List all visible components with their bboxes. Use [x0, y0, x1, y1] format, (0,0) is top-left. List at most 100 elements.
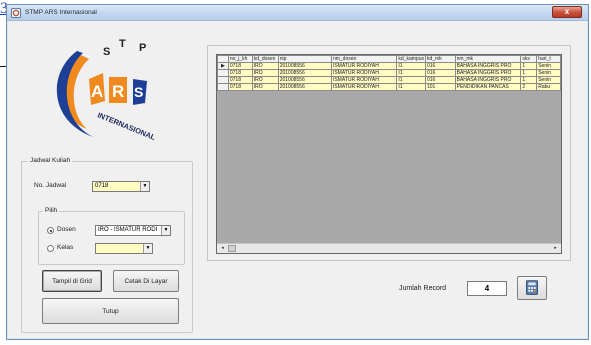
no-jadwal-value: 0718: [95, 183, 109, 189]
table-cell[interactable]: I1: [396, 76, 426, 84]
jumlah-record-label: Jumlah Record: [399, 285, 447, 292]
column-header[interactable]: kd_kampus: [396, 55, 426, 63]
record-count-field: 4: [467, 281, 507, 296]
table-cell[interactable]: 201008556: [277, 62, 332, 70]
no-jadwal-select[interactable]: 0718 ▼: [92, 181, 150, 192]
kelas-select[interactable]: ▼: [95, 243, 153, 254]
data-grid[interactable]: no_j_kh kd_dosen nip nm_dosen kd_kampus kd_mk…: [216, 54, 562, 254]
chevron-down-icon[interactable]: ▼: [140, 182, 149, 191]
row-selector[interactable]: ▶: [217, 62, 229, 70]
table-cell[interactable]: PENDIDIKAN PANCAS: [454, 83, 522, 91]
logo-letter-r: R: [112, 82, 124, 101]
tampil-grid-button[interactable]: Tampil di Grid: [42, 270, 102, 292]
table-cell[interactable]: Senin: [536, 69, 561, 77]
grid-frame: no_j_kh kd_dosen nip nm_dosen kd_kampus kd_mk…: [207, 45, 571, 261]
table-cell[interactable]: 101: [425, 83, 456, 91]
column-header[interactable]: no_j_kh: [227, 55, 253, 63]
horizontal-scrollbar[interactable]: ◂ ▸: [217, 243, 561, 253]
logo-letter-t: T: [119, 38, 126, 50]
scroll-right-icon[interactable]: ▸: [551, 245, 560, 252]
logo-letter-p: P: [139, 42, 146, 54]
table-cell[interactable]: 0718: [227, 69, 253, 77]
chevron-down-icon[interactable]: ▼: [143, 244, 152, 253]
table-cell[interactable]: 016: [425, 69, 456, 77]
cetak-layar-button[interactable]: Cetak Di Layar: [113, 270, 179, 292]
table-cell[interactable]: I1: [396, 69, 426, 77]
table-cell[interactable]: 0718: [227, 83, 253, 91]
row-selector[interactable]: [217, 83, 229, 91]
tutup-button[interactable]: Tutup: [42, 298, 179, 324]
column-header[interactable]: hari_t: [536, 55, 561, 63]
scroll-left-icon[interactable]: ◂: [218, 245, 227, 252]
table-cell[interactable]: Senin: [536, 62, 561, 70]
close-button[interactable]: x: [552, 6, 582, 18]
row-selector[interactable]: [217, 69, 229, 77]
table-cell[interactable]: IRO: [251, 69, 279, 77]
table-cell[interactable]: 1: [520, 62, 538, 70]
table-cell[interactable]: ISMATUR RODIYAH: [330, 62, 398, 70]
grid-header-row: no_j_kh kd_dosen nip nm_dosen kd_kampus kd_mk…: [217, 55, 561, 63]
table-cell[interactable]: ISMATUR RODIYAH: [330, 83, 398, 91]
logo-letter-a: A: [91, 82, 103, 101]
column-header[interactable]: sks: [520, 55, 538, 63]
table-cell[interactable]: ISMATUR RODIYAH: [330, 76, 398, 84]
column-header[interactable]: nip: [277, 55, 332, 63]
app-window: STMP ARS Internasional x S T P A R S INT…: [6, 4, 589, 340]
column-header[interactable]: kd_dosen: [251, 55, 279, 63]
grid-table: no_j_kh kd_dosen nip nm_dosen kd_kampus kd_mk…: [217, 55, 561, 91]
table-cell[interactable]: 201008556: [277, 69, 332, 77]
table-row[interactable]: 0718 IRO 201008556 ISMATUR RODIYAH I1 016 BAHA…: [217, 69, 561, 77]
table-cell[interactable]: Rabu: [536, 83, 561, 91]
table-cell[interactable]: I1: [396, 62, 426, 70]
table-cell[interactable]: 1: [520, 76, 538, 84]
no-jadwal-label: No. Jadwal: [34, 182, 67, 189]
window-title: STMP ARS Internasional: [25, 9, 97, 16]
jadwal-kuliah-label: Jadwal Kuliah: [28, 156, 73, 166]
table-cell[interactable]: IRO: [251, 62, 279, 70]
scroll-thumb[interactable]: [228, 245, 236, 252]
kelas-radio[interactable]: [47, 245, 54, 252]
grid-corner-cell: [217, 55, 229, 63]
dosen-select[interactable]: IRO - ISMATUR RODI ▼: [95, 225, 171, 236]
table-row[interactable]: 0718 IRO 201008556 ISMATUR RODIYAH I1 016 BAHA…: [217, 76, 561, 84]
table-cell[interactable]: ISMATUR RODIYAH: [330, 69, 398, 77]
dosen-radio[interactable]: [47, 227, 54, 234]
table-cell[interactable]: I1: [396, 83, 426, 91]
table-cell[interactable]: 0718: [227, 62, 253, 70]
logo-ars-tiles: A R S: [89, 73, 147, 105]
table-cell[interactable]: BAHASA INGGRIS PRO: [454, 62, 522, 70]
calculator-button[interactable]: [517, 276, 547, 300]
table-cell[interactable]: IRO: [251, 76, 279, 84]
table-cell[interactable]: 201008556: [277, 76, 332, 84]
table-cell[interactable]: Senin: [536, 76, 561, 84]
table-cell[interactable]: 201008556: [277, 83, 332, 91]
table-cell[interactable]: BAHASA INGGRIS PRO: [454, 69, 522, 77]
title-bar: STMP ARS Internasional x: [7, 5, 588, 21]
table-cell[interactable]: 1: [520, 69, 538, 77]
table-cell[interactable]: 0718: [227, 76, 253, 84]
ars-logo: S T P A R S INTERNASIONAL: [56, 38, 157, 143]
table-cell[interactable]: 2: [520, 83, 538, 91]
table-row[interactable]: 0718 IRO 201008556 ISMATUR RODIYAH I1 101 PEND…: [217, 83, 561, 91]
pilih-group: Pilih Dosen IRO - ISMATUR RODI ▼ Kelas ▼: [38, 206, 185, 265]
calculator-icon: [526, 280, 538, 295]
logo-arc-text: INTERNASIONAL: [96, 111, 157, 143]
row-selector[interactable]: [217, 76, 229, 84]
app-icon: [11, 8, 21, 18]
dosen-label: Dosen: [57, 226, 76, 233]
table-cell[interactable]: IRO: [251, 83, 279, 91]
table-cell[interactable]: BAHASA INGGRIS PRO: [454, 76, 522, 84]
pilih-label: Pilih: [43, 206, 60, 216]
table-cell[interactable]: 016: [425, 76, 456, 84]
column-header[interactable]: kd_mk: [425, 55, 456, 63]
kelas-label: Kelas: [57, 244, 74, 251]
table-cell[interactable]: 016: [425, 62, 456, 70]
dosen-value: IRO - ISMATUR RODI: [98, 227, 158, 233]
column-header[interactable]: nm_dosen: [330, 55, 398, 63]
logo-letter-s: S: [103, 46, 110, 58]
jadwal-kuliah-group: Jadwal Kuliah No. Jadwal 0718 ▼ Pilih Do…: [21, 156, 193, 333]
table-row[interactable]: ▶ 0718 IRO 201008556 ISMATUR RODIYAH I1 016 BAH…: [217, 62, 561, 70]
column-header[interactable]: nm_mk: [454, 55, 522, 63]
logo-letter-s-tile: S: [134, 84, 143, 100]
chevron-down-icon[interactable]: ▼: [161, 226, 170, 235]
